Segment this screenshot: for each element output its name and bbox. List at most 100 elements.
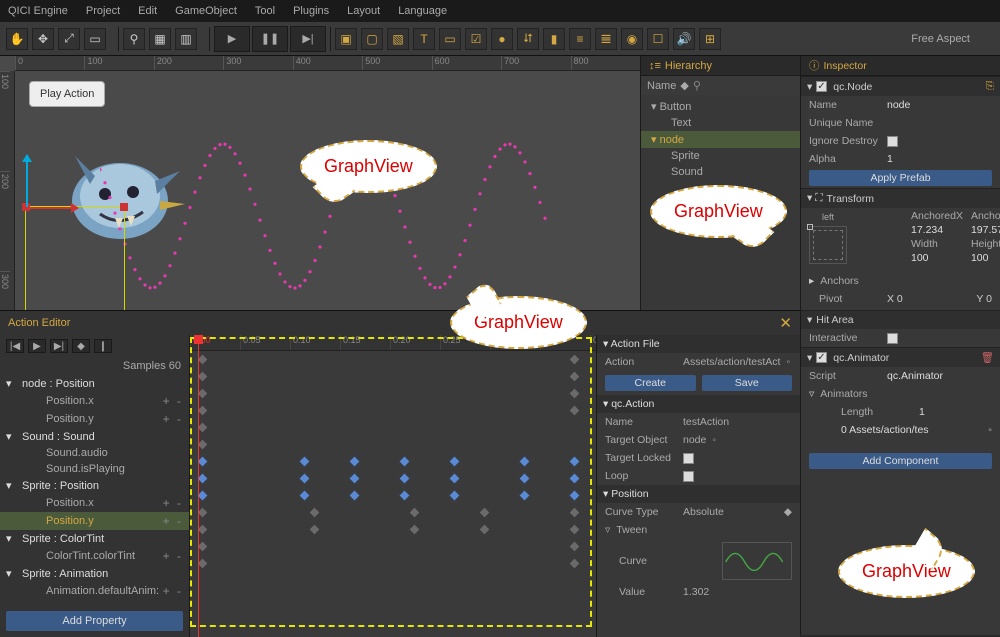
create-button[interactable]: Create	[605, 375, 696, 391]
keyframe[interactable]	[568, 353, 581, 366]
anchor-preset[interactable]	[809, 226, 847, 264]
width-field[interactable]: 100	[911, 252, 963, 264]
property-item[interactable]: Position.x+ -	[0, 392, 189, 410]
tree-item[interactable]: Sound	[641, 164, 800, 180]
inspector-tab[interactable]: ⓘ Inspector	[801, 56, 1000, 76]
ui-sound-icon[interactable]: 🔊	[673, 28, 695, 50]
menu-item[interactable]: Language	[398, 5, 447, 17]
ae-next-icon[interactable]: ▶|	[50, 339, 68, 353]
anchored-y-field[interactable]: 197.571	[971, 224, 1000, 236]
keyframe[interactable]	[478, 506, 491, 519]
samples-field[interactable]: 60	[169, 360, 181, 372]
apply-prefab-button[interactable]: Apply Prefab	[809, 170, 992, 186]
move-tool-icon[interactable]: ✥	[32, 28, 54, 50]
selection-box[interactable]	[25, 206, 125, 310]
animator-length-field[interactable]: 1	[919, 406, 925, 418]
playhead[interactable]	[198, 335, 199, 637]
curve-type-field[interactable]: Absolute	[683, 506, 724, 518]
value-field[interactable]: 1.302	[683, 586, 709, 598]
curve-preview[interactable]	[722, 542, 792, 580]
menu-item[interactable]: QICI Engine	[8, 5, 68, 17]
tree-item[interactable]: ▾ node	[641, 131, 800, 148]
menu-item[interactable]: Project	[86, 5, 120, 17]
keyframe[interactable]	[568, 489, 581, 502]
tree-item[interactable]: Sprite	[641, 148, 800, 164]
anchored-x-field[interactable]: 17.234	[911, 224, 963, 236]
keyframe[interactable]	[348, 455, 361, 468]
keyframe[interactable]	[348, 489, 361, 502]
ui-frame-icon[interactable]: ▢	[361, 28, 383, 50]
keyframe[interactable]	[568, 557, 581, 570]
mask-icon[interactable]: ▥	[175, 28, 197, 50]
keyframe[interactable]	[568, 472, 581, 485]
property-item[interactable]: Position.y+ -	[0, 410, 189, 428]
keyframe[interactable]	[408, 523, 421, 536]
keyframe[interactable]	[568, 404, 581, 417]
keyframe[interactable]	[568, 370, 581, 383]
add-property-button[interactable]: Add Property	[6, 611, 183, 631]
save-button[interactable]: Save	[702, 375, 793, 391]
ui-list-icon[interactable]: ≡	[569, 28, 591, 50]
property-item[interactable]: ▾node : Position	[0, 375, 189, 392]
add-component-button[interactable]: Add Component	[809, 453, 992, 469]
step-icon[interactable]: ▶|	[290, 26, 326, 52]
ae-prev-icon[interactable]: |◀	[6, 339, 24, 353]
target-field[interactable]: node	[683, 434, 706, 446]
property-item[interactable]: Position.x+ -	[0, 494, 189, 512]
keyframe[interactable]	[308, 506, 321, 519]
ae-play-icon[interactable]: ▶	[28, 339, 46, 353]
ae-event-icon[interactable]: ❙	[94, 339, 112, 353]
ui-tiles-icon[interactable]: ⊞	[699, 28, 721, 50]
property-item[interactable]: Sound.isPlaying	[0, 461, 189, 477]
keyframe[interactable]	[398, 489, 411, 502]
ui-sliders-icon[interactable]: 𝌆	[595, 28, 617, 50]
hierarchy-tree[interactable]: ▾ ButtonText▾ nodeSpriteSound	[641, 95, 800, 183]
menu-item[interactable]: GameObject	[175, 5, 237, 17]
property-item[interactable]: Position.y+ -	[0, 512, 189, 530]
keyframe[interactable]	[398, 455, 411, 468]
ui-circle-icon[interactable]: ●	[491, 28, 513, 50]
animator-asset-field[interactable]: 0 Assets/action/tes	[841, 424, 929, 436]
interactive-checkbox[interactable]	[887, 333, 898, 344]
animator-enabled-checkbox[interactable]	[816, 352, 827, 363]
ui-step-icon[interactable]: ⮃	[517, 28, 539, 50]
keyframe[interactable]	[308, 523, 321, 536]
zoom-tool-icon[interactable]: ⚲	[123, 28, 145, 50]
copy-icon[interactable]: ⎘	[986, 80, 994, 93]
keyframe[interactable]	[568, 540, 581, 553]
property-item[interactable]: ColorTint.colorTint+ -	[0, 547, 189, 565]
keyframe[interactable]	[298, 455, 311, 468]
property-item[interactable]: ▾Sound : Sound	[0, 428, 189, 445]
keyframe[interactable]	[448, 472, 461, 485]
hand-tool-icon[interactable]: ✋	[6, 28, 28, 50]
timeline[interactable]: 0:000:050:100:150:200:250:300:350:400:45…	[190, 335, 800, 637]
ui-dropdown-icon[interactable]: ☐	[647, 28, 669, 50]
ui-textbox-icon[interactable]: ▭	[439, 28, 461, 50]
keyframe[interactable]	[568, 387, 581, 400]
keyframe[interactable]	[448, 455, 461, 468]
ignore-destroy-checkbox[interactable]	[887, 136, 898, 147]
scale-tool-icon[interactable]: ⤢	[58, 28, 80, 50]
ui-image-icon[interactable]: ▧	[387, 28, 409, 50]
keyframe[interactable]	[298, 472, 311, 485]
property-item[interactable]: Sound.audio	[0, 445, 189, 461]
grid-icon[interactable]: ▦	[149, 28, 171, 50]
property-item[interactable]: ▾Sprite : Position	[0, 477, 189, 494]
ui-check-icon[interactable]: ☑	[465, 28, 487, 50]
property-item[interactable]: Animation.defaultAnim:+ -	[0, 582, 189, 600]
alpha-field[interactable]: 1	[887, 153, 893, 165]
property-item[interactable]: ▾Sprite : Animation	[0, 565, 189, 582]
node-enabled-checkbox[interactable]	[816, 81, 827, 92]
loop-checkbox[interactable]	[683, 471, 694, 482]
menu-item[interactable]: Tool	[255, 5, 275, 17]
property-item[interactable]: ▾Sprite : ColorTint	[0, 530, 189, 547]
action-path-field[interactable]: Assets/action/testAct	[683, 356, 780, 368]
keyframe[interactable]	[568, 506, 581, 519]
height-field[interactable]: 100	[971, 252, 1000, 264]
axis-x-icon[interactable]	[26, 207, 78, 209]
aspect-selector[interactable]: Free Aspect	[887, 33, 994, 45]
keyframe[interactable]	[518, 489, 531, 502]
rect-tool-icon[interactable]: ▭	[84, 28, 106, 50]
keyframe[interactable]	[348, 472, 361, 485]
keyframe[interactable]	[568, 523, 581, 536]
